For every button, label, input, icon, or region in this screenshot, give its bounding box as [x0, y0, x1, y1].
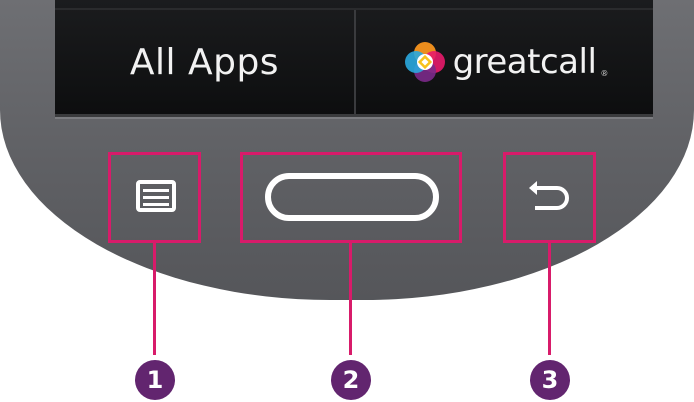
brand-registered-mark: ® [600, 69, 609, 78]
callout-leader-2 [349, 243, 352, 355]
brand-name: greatcall [452, 42, 597, 82]
greatcall-button[interactable]: greatcall ® [356, 10, 653, 114]
all-apps-button[interactable]: All Apps [55, 10, 354, 114]
callout-leader-3 [548, 243, 551, 355]
phone-screen: All Apps greatcall ® [55, 0, 653, 117]
callout-leader-1 [153, 243, 156, 355]
menu-key[interactable] [108, 152, 201, 243]
greatcall-logo-icon [404, 42, 445, 82]
callout-badge-2: 2 [331, 360, 371, 400]
all-apps-label: All Apps [129, 41, 280, 83]
phone-body: All Apps greatcall ® [0, 0, 694, 300]
callout-badge-1: 1 [135, 360, 175, 400]
back-key[interactable] [503, 152, 596, 243]
callout-badge-3: 3 [530, 360, 570, 400]
home-key[interactable] [240, 152, 462, 243]
